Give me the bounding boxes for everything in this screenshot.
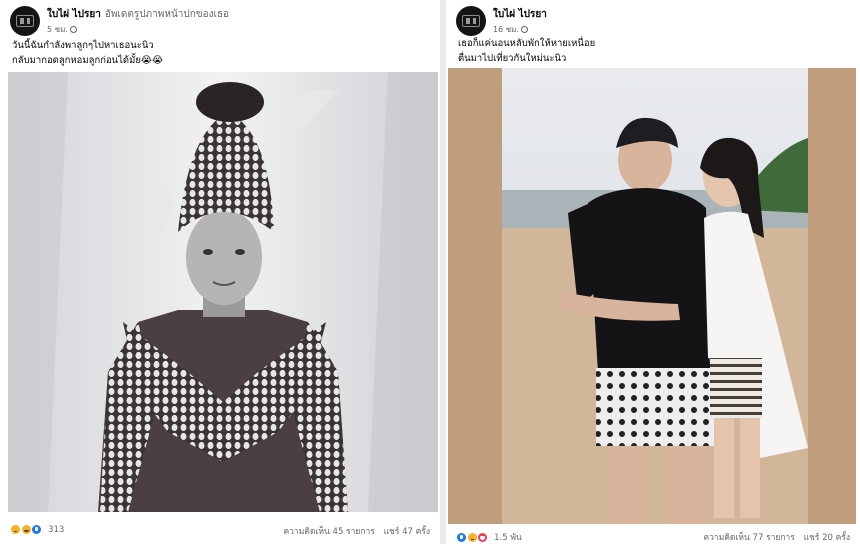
post-photo[interactable] bbox=[448, 68, 856, 524]
caption-line: ตื่นมาไปเที่ยวกันใหม่นะนิว bbox=[458, 53, 567, 64]
post-timestamp[interactable]: 5 ชม. bbox=[47, 25, 68, 34]
caption-line: กลับมากอดลูกหอมลูกก่อนได้มั้ย😭😭 bbox=[12, 55, 164, 66]
reactions-summary[interactable]: 313 bbox=[10, 524, 64, 538]
avatar[interactable] bbox=[10, 6, 40, 36]
post-caption: วันนี้ฉันกำลังพาลูกๆไปหาเธอนะนิว กลับมาก… bbox=[12, 38, 163, 68]
sad-reaction-icon bbox=[466, 531, 478, 543]
globe-icon bbox=[520, 26, 528, 33]
caption-line: เธอก็แค่นอนหลับพักให้หายเหนื่อย bbox=[458, 38, 596, 49]
post-caption: เธอก็แค่นอนหลับพักให้หายเหนื่อย ตื่นมาไป… bbox=[458, 36, 595, 66]
avatar-logo-icon bbox=[462, 15, 480, 27]
beach-couple-photo bbox=[502, 68, 808, 524]
globe-icon bbox=[69, 26, 77, 33]
author-line: ใบไผ่ ไปรยา อัพเดตรูปภาพหน้าปกของเธอ bbox=[47, 7, 229, 22]
post-card-2: ใบไผ่ ไปรยา 16 ชม. เธอก็แค่นอนหลับพักให้… bbox=[446, 0, 860, 544]
author-name[interactable]: ใบไผ่ ไปรยา bbox=[493, 9, 547, 20]
comment-count-link[interactable]: ความคิดเห็น 45 รายการ bbox=[283, 527, 374, 537]
like-reaction-icon bbox=[31, 524, 43, 535]
monochrome-dance-costume-portrait bbox=[8, 72, 438, 512]
post-meta: 5 ชม. bbox=[47, 23, 77, 36]
post-footer: 1.5 พัน ความคิดเห็น 77 รายการ แชร์ 20 คร… bbox=[446, 528, 860, 544]
post-stats: ความคิดเห็น 45 รายการ แชร์ 47 ครั้ง bbox=[277, 524, 430, 538]
post-photo[interactable] bbox=[8, 72, 438, 512]
post-action-text: อัพเดตรูปภาพหน้าปกของเธอ bbox=[104, 9, 230, 20]
avatar[interactable] bbox=[456, 6, 486, 36]
reaction-count: 313 bbox=[48, 524, 65, 535]
haha-reaction-icon bbox=[20, 524, 32, 535]
post-footer: 313 ความคิดเห็น 45 รายการ แชร์ 47 ครั้ง bbox=[0, 522, 440, 542]
post-stats: ความคิดเห็น 77 รายการ แชร์ 20 ครั้ง bbox=[697, 530, 850, 544]
author-line: ใบไผ่ ไปรยา bbox=[493, 7, 547, 22]
comment-count-link[interactable]: ความคิดเห็น 77 รายการ bbox=[703, 533, 794, 543]
share-count-link[interactable]: แชร์ 47 ครั้ง bbox=[384, 527, 430, 537]
post-meta: 16 ชม. bbox=[493, 23, 528, 36]
caption-line: วันนี้ฉันกำลังพาลูกๆไปหาเธอนะนิว bbox=[12, 40, 154, 51]
avatar-logo-icon bbox=[16, 15, 34, 27]
post-timestamp[interactable]: 16 ชม. bbox=[493, 25, 519, 34]
reactions-summary[interactable]: 1.5 พัน bbox=[456, 530, 522, 544]
author-name[interactable]: ใบไผ่ ไปรยา bbox=[47, 9, 101, 20]
share-count-link[interactable]: แชร์ 20 ครั้ง bbox=[804, 533, 850, 543]
love-reaction-icon bbox=[477, 531, 489, 543]
sad-reaction-icon bbox=[10, 524, 21, 535]
like-reaction-icon bbox=[456, 531, 467, 543]
post-card-1: ใบไผ่ ไปรยา อัพเดตรูปภาพหน้าปกของเธอ 5 ชม… bbox=[0, 0, 440, 544]
reaction-count: 1.5 พัน bbox=[494, 533, 522, 543]
